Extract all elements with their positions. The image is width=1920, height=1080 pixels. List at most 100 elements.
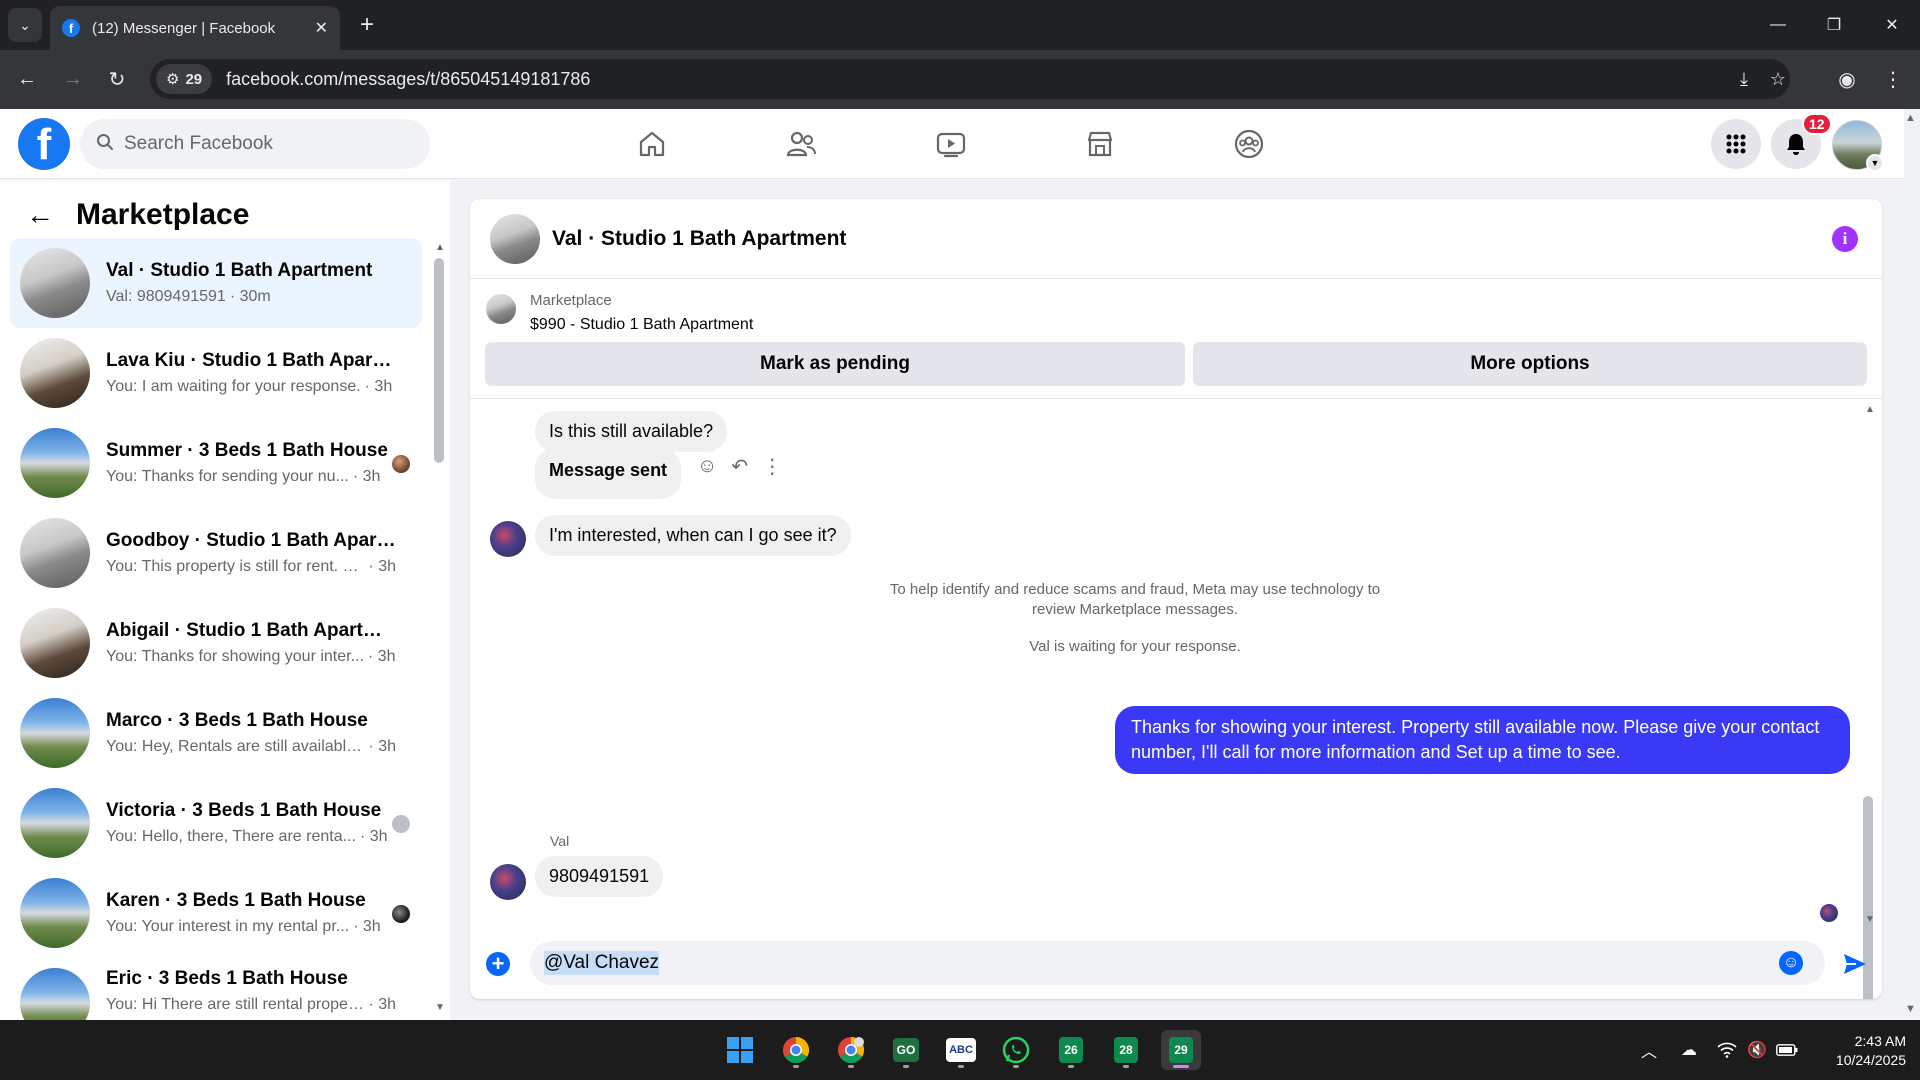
abc-proxy-icon[interactable]: ABC: [941, 1030, 981, 1070]
conversation-snippet: Val: 9809491591: [106, 288, 226, 305]
app-26-icon[interactable]: 26: [1051, 1030, 1091, 1070]
go-app-icon[interactable]: GO: [886, 1030, 926, 1070]
chevron-up-icon[interactable]: ︿: [1637, 1038, 1661, 1062]
back-button[interactable]: ←: [12, 64, 42, 94]
volume-muted-icon[interactable]: 🔇: [1745, 1038, 1769, 1062]
menu-grid-icon[interactable]: [1711, 119, 1761, 169]
listing-banner: Marketplace $990 - Studio 1 Bath Apartme…: [470, 279, 1882, 399]
incoming-message[interactable]: I'm interested, when can I go see it?: [535, 515, 851, 556]
app-29-icon[interactable]: 29: [1161, 1030, 1201, 1070]
minimize-button[interactable]: —: [1758, 8, 1798, 42]
conversation-item[interactable]: Marco · 3 Beds 1 Bath House You: Hey, Re…: [10, 688, 422, 778]
wifi-icon[interactable]: [1715, 1038, 1739, 1062]
battery-icon[interactable]: [1775, 1038, 1799, 1062]
add-attachment-icon[interactable]: +: [486, 952, 510, 976]
facebook-search[interactable]: [80, 119, 430, 169]
conversation-item[interactable]: Summer · 3 Beds 1 Bath House You: Thanks…: [10, 418, 422, 508]
chat-title[interactable]: Val · Studio 1 Bath Apartment: [552, 227, 846, 251]
url-text[interactable]: facebook.com/messages/t/865045149181786: [226, 69, 590, 90]
app-28-icon[interactable]: 28: [1106, 1030, 1146, 1070]
chat-header: Val · Studio 1 Bath Apartment i: [470, 199, 1882, 279]
incoming-message[interactable]: Is this still available?: [535, 411, 728, 452]
sender-avatar[interactable]: [490, 864, 526, 900]
conversation-item[interactable]: Goodboy · Studio 1 Bath Apartm... You: T…: [10, 508, 422, 598]
sidebar-scrollbar[interactable]: [434, 258, 444, 463]
listing-price-title[interactable]: $990 - Studio 1 Bath Apartment: [530, 316, 753, 334]
bookmark-star-icon[interactable]: ☆: [1762, 63, 1794, 95]
conversation-snippet: You: Hey, Rentals are still available. .…: [106, 738, 365, 755]
conversation-item[interactable]: Karen · 3 Beds 1 Bath House You: Your in…: [10, 868, 422, 958]
tab-close-icon[interactable]: ✕: [315, 18, 328, 38]
back-arrow-icon[interactable]: ←: [26, 199, 54, 231]
conversation-time: · 3h: [368, 558, 396, 575]
system-clock[interactable]: 2:43 AM 10/24/2025: [1810, 1032, 1906, 1070]
more-options-button[interactable]: More options: [1193, 342, 1867, 386]
chat-scroll-down[interactable]: ▼: [1865, 914, 1875, 925]
conversation-time: · 3h: [364, 378, 393, 395]
send-icon[interactable]: [1840, 949, 1870, 979]
conversation-time: · 3h: [352, 468, 381, 485]
conversation-name: Val · Studio 1 Bath Apartment: [106, 260, 373, 281]
profile-icon[interactable]: ◉: [1832, 64, 1862, 94]
address-bar[interactable]: ⚙ 29 facebook.com/messages/t/86504514918…: [150, 59, 1790, 99]
windows-start-icon[interactable]: [720, 1030, 760, 1070]
facebook-logo[interactable]: f: [18, 118, 70, 170]
emoji-icon[interactable]: ☺: [1779, 951, 1803, 975]
mention-text[interactable]: @Val Chavez: [544, 951, 660, 975]
sender-avatar[interactable]: [490, 521, 526, 557]
info-icon[interactable]: i: [1832, 226, 1858, 252]
whatsapp-icon[interactable]: [996, 1030, 1036, 1070]
incoming-message[interactable]: 9809491591: [535, 856, 664, 897]
page-scroll-down-arrow[interactable]: ▼: [1905, 1003, 1916, 1015]
sidebar-scroll-down[interactable]: ▼: [435, 1002, 445, 1013]
reply-icon[interactable]: ↶: [731, 454, 748, 479]
marketplace-sidebar: ← Marketplace Val · Studio 1 Bath Apartm…: [0, 180, 450, 1028]
forward-button[interactable]: →: [58, 64, 88, 94]
clock-date: 10/24/2025: [1835, 1052, 1906, 1068]
onedrive-icon[interactable]: ☁: [1677, 1038, 1701, 1062]
chrome-profile-icon[interactable]: [831, 1030, 871, 1070]
conversation-time: · 3h: [368, 738, 396, 755]
conversation-thumbnail: [20, 608, 90, 678]
conversation-thumbnail: [20, 968, 90, 1028]
conversation-snippet: You: This property is still for rent. Ki…: [106, 558, 365, 575]
nav-home-icon[interactable]: [622, 119, 682, 169]
new-tab-button[interactable]: +: [352, 10, 382, 40]
browser-tab-bar: ⌄ f (12) Messenger | Facebook ✕ + — ❐ ✕: [0, 0, 1920, 50]
incoming-message[interactable]: Message sent: [535, 448, 682, 499]
reload-button[interactable]: ↻: [102, 64, 132, 94]
react-emoji-icon[interactable]: ☺: [697, 455, 717, 478]
restore-button[interactable]: ❐: [1814, 8, 1854, 42]
sidebar-scroll-up[interactable]: ▲: [435, 242, 445, 253]
outgoing-message[interactable]: Thanks for showing your interest. Proper…: [1115, 706, 1850, 774]
conversation-name: Abigail · Studio 1 Bath Apartment: [106, 620, 396, 641]
conversation-item[interactable]: Victoria · 3 Beds 1 Bath House You: Hell…: [10, 778, 422, 868]
page-scroll-up-arrow[interactable]: ▲: [1905, 112, 1916, 124]
read-receipt-avatar: [1820, 904, 1838, 922]
search-input[interactable]: [124, 133, 384, 155]
conversation-item[interactable]: Lava Kiu · Studio 1 Bath Apartm... You: …: [10, 328, 422, 418]
conversation-item[interactable]: Val · Studio 1 Bath Apartment Val: 98094…: [10, 238, 422, 328]
more-dots-icon[interactable]: ⋮: [762, 454, 782, 479]
nav-friends-icon[interactable]: [771, 119, 831, 169]
nav-marketplace-icon[interactable]: [1070, 119, 1130, 169]
message-input[interactable]: @Val Chavez ☺: [530, 941, 1825, 985]
mark-as-pending-button[interactable]: Mark as pending: [485, 342, 1185, 386]
conversation-name: Eric · 3 Beds 1 Bath House: [106, 968, 348, 989]
tab-search-button[interactable]: ⌄: [8, 8, 42, 42]
install-app-icon[interactable]: ⤓: [1728, 63, 1760, 95]
conversation-name: Summer · 3 Beds 1 Bath House: [106, 440, 388, 461]
chrome-icon[interactable]: [776, 1030, 816, 1070]
site-info-chip[interactable]: ⚙ 29: [156, 64, 213, 94]
browser-tab[interactable]: f (12) Messenger | Facebook ✕: [50, 6, 340, 50]
close-window-button[interactable]: ✕: [1872, 8, 1912, 42]
conversation-item[interactable]: Eric · 3 Beds 1 Bath House You: Hi There…: [10, 958, 422, 1028]
chat-scroll-up[interactable]: ▲: [1865, 404, 1875, 415]
seen-avatar: [392, 905, 410, 923]
nav-video-icon[interactable]: [921, 119, 981, 169]
chat-avatar[interactable]: [490, 213, 540, 264]
nav-groups-icon[interactable]: [1219, 119, 1279, 169]
browser-menu-icon[interactable]: ⋮: [1878, 64, 1908, 94]
chevron-down-icon[interactable]: ▼: [1866, 154, 1884, 172]
conversation-item[interactable]: Abigail · Studio 1 Bath Apartment You: T…: [10, 598, 422, 688]
